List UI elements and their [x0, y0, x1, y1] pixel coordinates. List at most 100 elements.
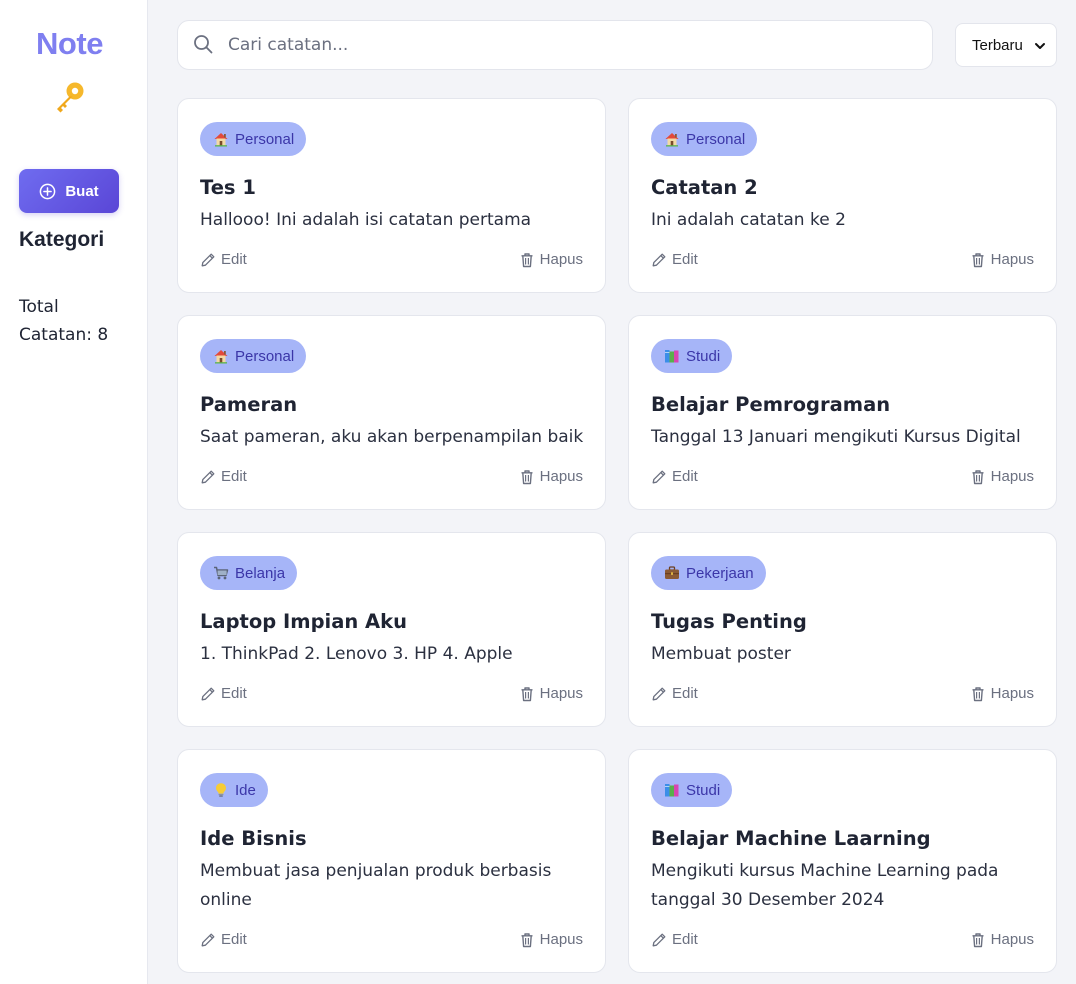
- edit-button[interactable]: Edit: [200, 685, 247, 702]
- note-card[interactable]: Belanja Laptop Impian Aku 1. ThinkPad 2. L…: [177, 532, 606, 727]
- category-badge: Personal: [200, 122, 307, 156]
- delete-label: Hapus: [990, 685, 1034, 702]
- chevron-down-icon: [1035, 43, 1045, 49]
- delete-button[interactable]: Hapus: [970, 251, 1034, 268]
- edit-button[interactable]: Edit: [651, 685, 698, 702]
- category-label: Ide: [235, 781, 256, 799]
- trash-icon: [519, 686, 535, 702]
- note-title: Catatan 2: [651, 176, 758, 199]
- category-label: Personal: [686, 130, 746, 148]
- delete-button[interactable]: Hapus: [519, 931, 583, 948]
- note-card[interactable]: Personal Catatan 2 Ini adalah catatan ke 2…: [628, 98, 1057, 293]
- note-card[interactable]: Personal Tes 1 Hallooo! Ini adalah isi cat…: [177, 98, 606, 293]
- delete-label: Hapus: [990, 468, 1034, 485]
- search-input[interactable]: [228, 21, 918, 69]
- delete-button[interactable]: Hapus: [970, 685, 1034, 702]
- note-content: Hallooo! Ini adalah isi catatan pertama: [200, 210, 532, 230]
- delete-button[interactable]: Hapus: [519, 685, 583, 702]
- category-badge: Studi: [651, 773, 733, 807]
- edit-label: Edit: [672, 468, 698, 485]
- trash-icon: [519, 252, 535, 268]
- plus-circle-icon: [39, 183, 56, 199]
- note-content: Ini adalah catatan ke 2: [651, 210, 846, 230]
- house-icon: [213, 131, 229, 147]
- edit-label: Edit: [221, 931, 247, 948]
- house-icon: [213, 348, 229, 364]
- category-badge: Ide: [200, 773, 268, 807]
- delete-label: Hapus: [539, 468, 583, 485]
- note-title: Tes 1: [200, 176, 256, 199]
- edit-button[interactable]: Edit: [200, 931, 247, 948]
- category-label: Studi: [686, 347, 721, 365]
- key-icon: [57, 82, 84, 113]
- delete-button[interactable]: Hapus: [519, 468, 583, 485]
- house-icon: [664, 131, 680, 147]
- note-title: Pameran: [200, 393, 298, 416]
- delete-label: Hapus: [990, 251, 1034, 268]
- pencil-icon: [200, 252, 216, 268]
- edit-label: Edit: [221, 251, 247, 268]
- note-title: Belajar Pemrograman: [651, 393, 891, 416]
- note-card[interactable]: Studi Belajar Machine Laarning Mengikuti k…: [628, 749, 1057, 973]
- edit-button[interactable]: Edit: [651, 251, 698, 268]
- pencil-icon: [200, 932, 216, 948]
- note-content: Tanggal 13 Januari mengikuti Kursus Digi…: [651, 427, 1021, 447]
- briefcase-icon: [664, 565, 680, 581]
- note-card[interactable]: Studi Belajar Pemrograman Tanggal 13 Janua…: [628, 315, 1057, 510]
- note-card[interactable]: Ide Ide Bisnis Membuat jasa penjualan prod…: [177, 749, 606, 973]
- note-content: Saat pameran, aku akan berpenampilan bai…: [200, 427, 584, 447]
- note-content: 1. ThinkPad 2. Lenovo 3. HP 4. Apple: [200, 644, 513, 664]
- create-note-label: Buat: [65, 182, 99, 200]
- delete-label: Hapus: [539, 685, 583, 702]
- trash-icon: [970, 686, 986, 702]
- note-card[interactable]: Pekerjaan Tugas Penting Membuat poster Edit…: [628, 532, 1057, 727]
- trash-icon: [970, 469, 986, 485]
- trash-icon: [970, 252, 986, 268]
- delete-button[interactable]: Hapus: [970, 468, 1034, 485]
- category-badge: Personal: [651, 122, 758, 156]
- delete-label: Hapus: [539, 251, 583, 268]
- pencil-icon: [651, 252, 667, 268]
- trash-icon: [519, 469, 535, 485]
- note-content: Membuat jasa penjualan produk berbasis o…: [200, 861, 552, 910]
- cart-icon: [213, 565, 229, 581]
- trash-icon: [970, 932, 986, 948]
- edit-label: Edit: [672, 685, 698, 702]
- delete-label: Hapus: [990, 931, 1034, 948]
- edit-label: Edit: [672, 251, 698, 268]
- create-note-button[interactable]: Buat: [19, 169, 119, 213]
- category-label: Pekerjaan: [686, 564, 754, 582]
- delete-button[interactable]: Hapus: [970, 931, 1034, 948]
- edit-button[interactable]: Edit: [651, 931, 698, 948]
- books-icon: [664, 348, 680, 364]
- pencil-icon: [651, 932, 667, 948]
- edit-button[interactable]: Edit: [651, 468, 698, 485]
- category-heading: Kategori: [19, 228, 105, 251]
- category-label: Personal: [235, 347, 295, 365]
- edit-button[interactable]: Edit: [200, 251, 247, 268]
- category-badge: Belanja: [200, 556, 298, 590]
- category-label: Belanja: [235, 564, 286, 582]
- pencil-icon: [651, 469, 667, 485]
- sort-selected-value: Terbaru: [972, 36, 1023, 54]
- pencil-icon: [200, 469, 216, 485]
- category-badge: Personal: [200, 339, 307, 373]
- app-logo-text: Note: [36, 26, 103, 61]
- note-title: Laptop Impian Aku: [200, 610, 407, 633]
- search-icon: [194, 35, 213, 54]
- total-notes-count: Total Catatan: 8: [19, 297, 109, 345]
- edit-button[interactable]: Edit: [200, 468, 247, 485]
- lightbulb-icon: [213, 782, 229, 798]
- note-title: Ide Bisnis: [200, 827, 307, 850]
- note-content: Mengikuti kursus Machine Learning pada t…: [651, 861, 999, 910]
- note-content: Membuat poster: [651, 644, 791, 664]
- delete-button[interactable]: Hapus: [519, 251, 583, 268]
- sort-select[interactable]: Terbaru: [955, 23, 1057, 67]
- note-title: Belajar Machine Laarning: [651, 827, 931, 850]
- note-card[interactable]: Personal Pameran Saat pameran, aku akan be…: [177, 315, 606, 510]
- search-bar: [177, 20, 933, 70]
- category-label: Studi: [686, 781, 721, 799]
- category-label: Personal: [235, 130, 295, 148]
- edit-label: Edit: [221, 468, 247, 485]
- note-title: Tugas Penting: [651, 610, 807, 633]
